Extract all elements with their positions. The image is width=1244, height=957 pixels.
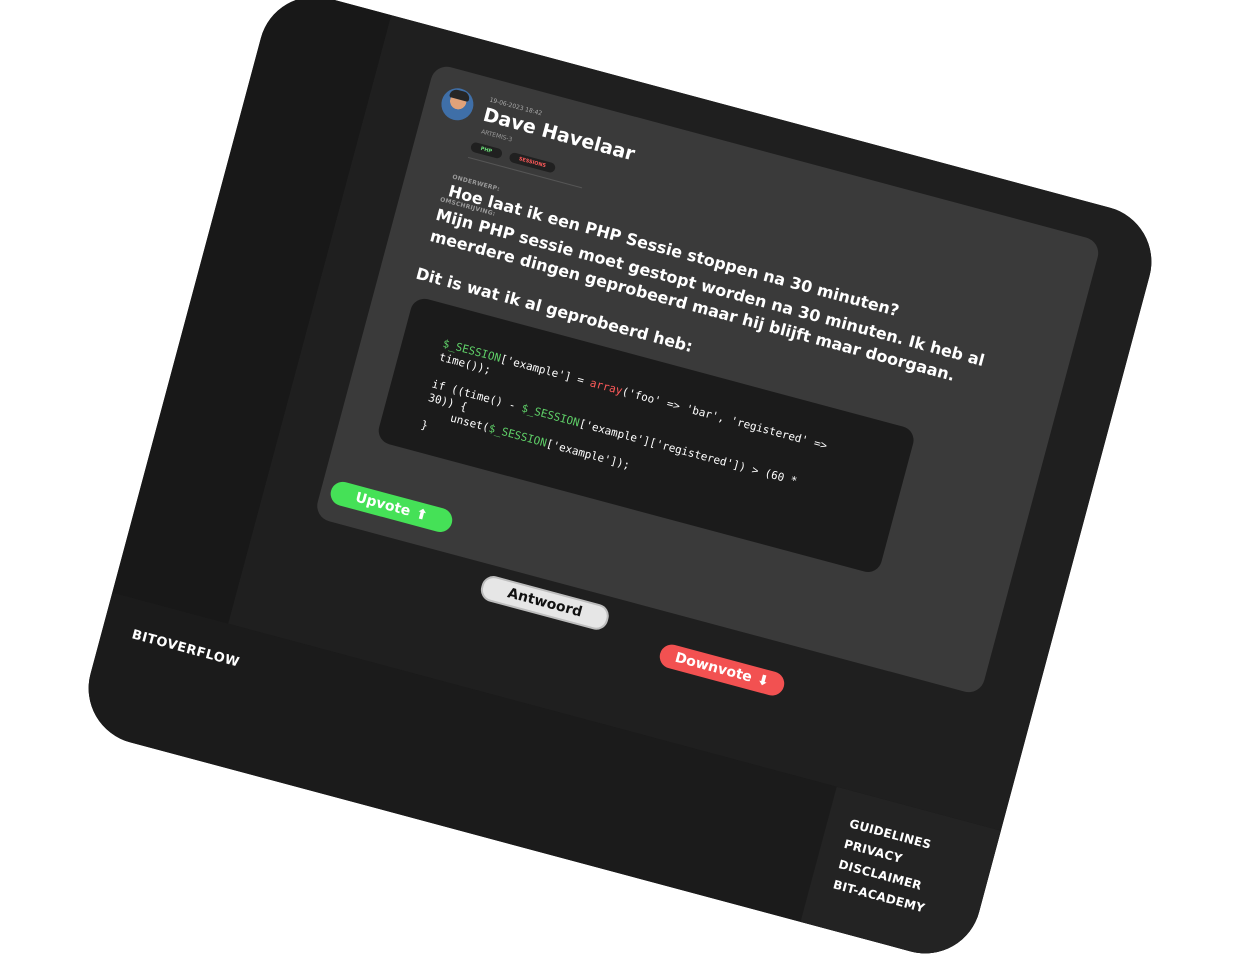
upvote-label: Upvote bbox=[353, 489, 413, 520]
footer-brand[interactable]: BITOVERFLOW bbox=[130, 627, 241, 670]
stage: 19-06-2023 18:42 Dave Havelaar ARTEMIS-3… bbox=[0, 0, 1244, 957]
footer-links: GUIDELINES PRIVACY DISCLAIMER BIT-ACADEM… bbox=[831, 814, 944, 920]
tag-php[interactable]: PHP bbox=[469, 141, 503, 160]
arrow-up-icon: ⬆ bbox=[413, 505, 430, 525]
arrow-down-icon: ⬇ bbox=[755, 671, 771, 691]
device-frame: 19-06-2023 18:42 Dave Havelaar ARTEMIS-3… bbox=[76, 0, 1164, 957]
avatar[interactable] bbox=[437, 84, 478, 124]
